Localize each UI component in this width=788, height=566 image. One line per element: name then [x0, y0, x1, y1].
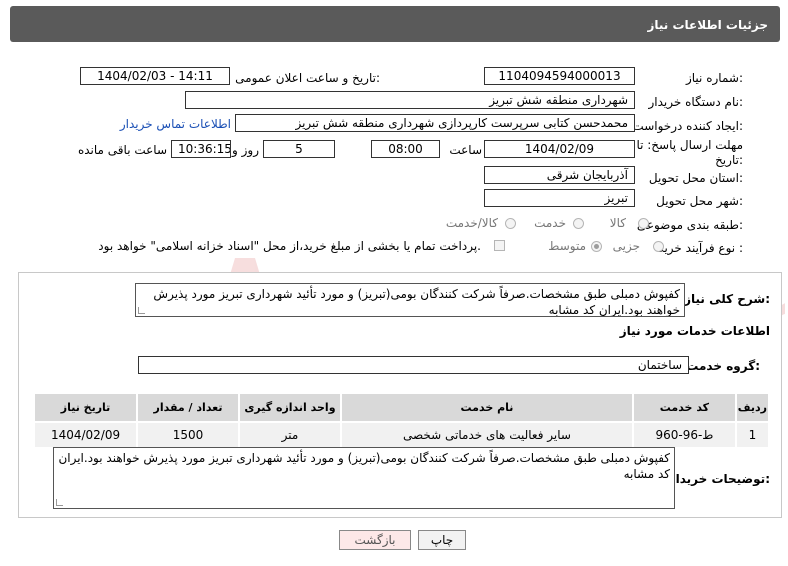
services-table-header: ردیف کد خدمت نام خدمت واحد اندازه گیری ت… — [32, 392, 771, 423]
resize-handle-icon[interactable] — [138, 307, 145, 314]
service-group-field[interactable]: ساختمان — [138, 356, 689, 374]
process-medium-label: متوسط — [548, 239, 586, 253]
treasury-payment-note: پرداخت تمام یا بخشی از مبلغ خرید،از محل … — [98, 239, 481, 253]
category-service-label: خدمت — [534, 216, 566, 230]
col-service-code: کد خدمت — [632, 392, 737, 423]
time-remaining-label: ساعت باقی مانده — [77, 143, 167, 157]
province-field[interactable]: آذربایجان شرقی — [484, 166, 635, 184]
cell-unit: متر — [238, 421, 342, 449]
page-title: جزئیات اطلاعات نیاز — [647, 18, 768, 32]
col-service-name: نام خدمت — [339, 392, 635, 423]
deadline-time-label: ساعت — [449, 143, 482, 157]
requester-label: ایجاد کننده درخواست: — [632, 119, 743, 133]
category-goods-radio[interactable] — [638, 218, 649, 229]
print-button[interactable]: چاپ — [418, 530, 466, 550]
category-goods-service-radio[interactable] — [505, 218, 516, 229]
city-field[interactable]: تبریز — [484, 189, 635, 207]
process-minor-radio[interactable] — [653, 241, 664, 252]
buyer-notes-textarea[interactable]: کفپوش دمبلی طبق مشخصات.صرفاً شرکت کنندگا… — [53, 447, 675, 509]
buyer-org-label: نام دستگاه خریدار: — [648, 95, 744, 109]
services-table: ردیف کد خدمت نام خدمت واحد اندازه گیری ت… — [32, 392, 771, 449]
announce-label: تاریخ و ساعت اعلان عمومی: — [235, 71, 380, 85]
summary-text: کفپوش دمبلی طبق مشخصات.صرفاً شرکت کنندگا… — [153, 287, 680, 317]
days-remaining-field[interactable]: 5 — [263, 140, 335, 158]
cell-quantity: 1500 — [136, 421, 240, 449]
services-section-title: اطلاعات خدمات مورد نیاز — [619, 324, 770, 338]
summary-label: شرح کلی نیاز: — [684, 292, 770, 306]
process-type-label: نوع فرآیند خرید : — [658, 241, 743, 255]
category-goods-service-label: کالا/خدمت — [445, 216, 498, 230]
buyer-notes-text: کفپوش دمبلی طبق مشخصات.صرفاً شرکت کنندگا… — [58, 451, 670, 481]
cell-service-name: سایر فعالیت های خدماتی شخصی — [339, 421, 635, 449]
buyer-org-field[interactable]: شهرداری منطقه شش تبریز — [185, 91, 635, 109]
process-minor-label: جزیی — [612, 239, 640, 253]
back-button[interactable]: بازگشت — [339, 530, 411, 550]
service-group-label: گروه خدمت: — [686, 359, 760, 373]
city-label: شهر محل تحویل: — [656, 194, 743, 208]
page-header: جزئیات اطلاعات نیاز — [10, 6, 780, 42]
process-medium-radio[interactable] — [591, 241, 602, 252]
requester-field[interactable]: محمدحسن کتابی سرپرست کارپردازی شهرداری م… — [235, 114, 635, 132]
table-row[interactable]: 1 ط-96-960 سایر فعالیت های خدماتی شخصی م… — [32, 421, 771, 449]
announce-field[interactable]: 1404/02/03 - 14:11 — [80, 67, 230, 85]
col-need-date: تاریخ نیاز — [32, 392, 139, 423]
need-number-label: شماره نیاز: — [685, 71, 743, 85]
days-label: روز و — [232, 143, 259, 157]
cell-need-date: 1404/02/09 — [32, 421, 139, 449]
category-goods-label: کالا — [609, 216, 626, 230]
need-number-field[interactable]: 1104094594000013 — [484, 67, 635, 85]
col-unit: واحد اندازه گیری — [238, 392, 342, 423]
resize-handle-icon[interactable] — [56, 499, 63, 506]
buyer-notes-label: توضیحات خریدار: — [668, 472, 770, 486]
category-label: طبقه بندی موضوعی: — [636, 218, 743, 232]
province-label: استان محل تحویل: — [648, 171, 743, 185]
category-service-radio[interactable] — [573, 218, 584, 229]
deadline-label-date: تاریخ: — [715, 153, 743, 167]
cell-service-code: ط-96-960 — [632, 421, 737, 449]
deadline-date-field[interactable]: 1404/02/09 — [484, 140, 635, 158]
deadline-label: مهلت ارسال پاسخ: تا — [636, 138, 743, 152]
time-remaining-field[interactable]: 10:36:15 — [171, 140, 231, 158]
treasury-payment-checkbox[interactable] — [494, 240, 505, 251]
deadline-time-field[interactable]: 08:00 — [371, 140, 440, 158]
col-row: ردیف — [734, 392, 771, 423]
cell-row: 1 — [734, 421, 771, 449]
buyer-contact-link[interactable]: اطلاعات تماس خریدار — [120, 117, 231, 131]
col-quantity: تعداد / مقدار — [136, 392, 240, 423]
summary-textarea[interactable]: کفپوش دمبلی طبق مشخصات.صرفاً شرکت کنندگا… — [135, 283, 685, 317]
